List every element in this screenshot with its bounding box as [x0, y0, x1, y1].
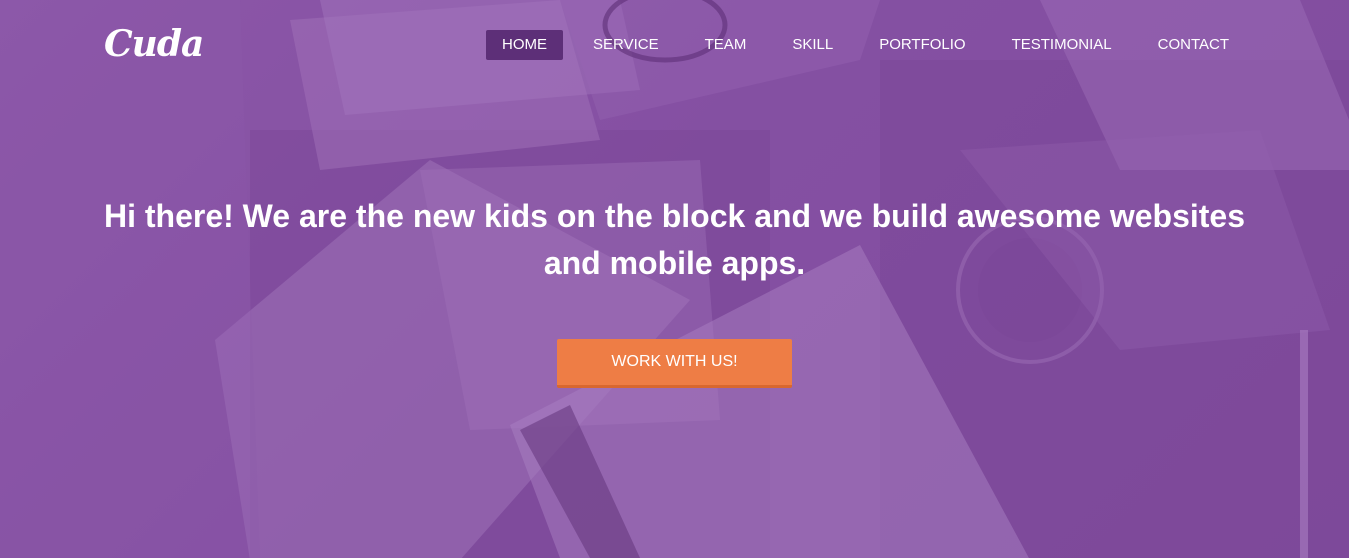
nav-item-testimonial[interactable]: TESTIMONIAL — [996, 30, 1128, 60]
hero-headline: Hi there! We are the new kids on the blo… — [0, 193, 1349, 287]
work-with-us-button[interactable]: WORK WITH US! — [557, 339, 792, 388]
brand-logo[interactable]: Cuda — [104, 22, 204, 66]
nav-item-skill[interactable]: SKILL — [776, 30, 849, 60]
nav-item-service[interactable]: SERVICE — [577, 30, 675, 60]
nav-item-portfolio[interactable]: PORTFOLIO — [863, 30, 981, 60]
nav-item-contact[interactable]: CONTACT — [1142, 30, 1245, 60]
main-nav: HOME SERVICE TEAM SKILL PORTFOLIO TESTIM… — [472, 30, 1245, 60]
hero-headline-line-2: and mobile apps. — [543, 245, 806, 281]
nav-item-team[interactable]: TEAM — [689, 30, 763, 60]
hero-headline-line-1: Hi there! We are the new kids on the blo… — [103, 198, 1246, 234]
hero-section: Cuda HOME SERVICE TEAM SKILL PORTFOLIO T… — [0, 0, 1349, 558]
nav-item-home[interactable]: HOME — [486, 30, 564, 60]
